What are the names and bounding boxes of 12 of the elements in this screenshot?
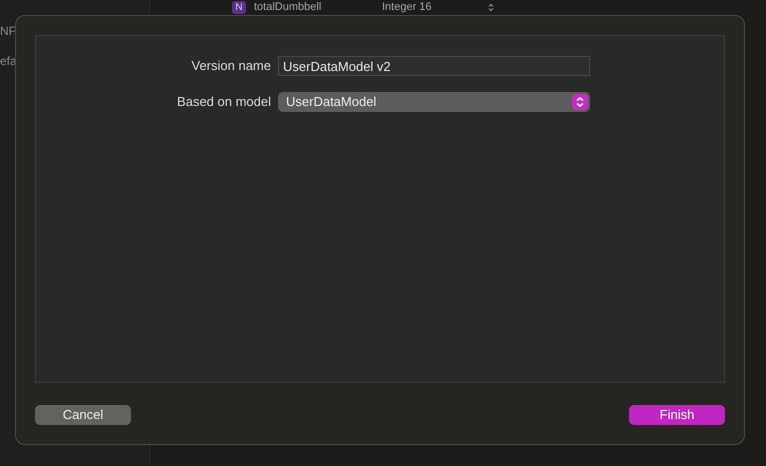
sidebar-text: NF: [0, 23, 17, 40]
attribute-name: totalDumbbell: [254, 0, 322, 16]
chevron-updown-icon: [572, 94, 588, 110]
entity-badge: N: [232, 1, 246, 14]
cancel-button[interactable]: Cancel: [35, 405, 131, 425]
model-dropdown[interactable]: UserDataModel: [278, 92, 590, 112]
field-label: Version name: [190, 57, 271, 76]
chevron-updown-icon: [488, 3, 494, 12]
field-label: Based on model: [176, 93, 271, 112]
attribute-type: Integer 16: [382, 0, 433, 16]
finish-button[interactable]: Finish: [629, 405, 725, 425]
version-name-field[interactable]: UserDataModel v2: [278, 56, 590, 76]
